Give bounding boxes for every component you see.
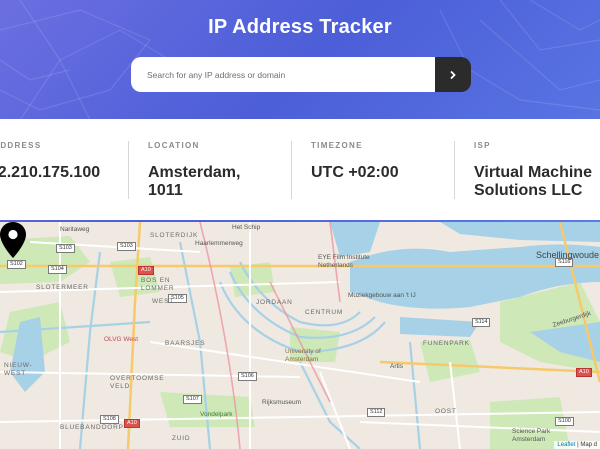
info-isp: ISP Virtual Machine Solutions LLC: [474, 119, 600, 220]
road-shield-highway: A10: [124, 419, 140, 428]
map-label: CENTRUM: [305, 309, 344, 316]
road-shield: S107: [183, 395, 202, 404]
info-value-location: Amsterdam, 1011: [148, 164, 240, 200]
road-shield: S104: [48, 265, 67, 274]
map-label: OOST: [435, 408, 457, 415]
isp-line2: Solutions LLC: [474, 182, 583, 199]
map-label: Schellingwoude: [536, 250, 600, 260]
map-label: SLOTERDIJK: [150, 232, 199, 239]
info-value-timezone: UTC +02:00: [311, 164, 399, 181]
road-shield-highway: A10: [576, 368, 592, 377]
road-shield: S112: [367, 408, 386, 417]
map-label: JORDAAN: [256, 299, 293, 306]
map-label: University of Amsterdam: [285, 348, 321, 363]
info-value-ip: 192.210.175.100: [0, 164, 101, 181]
map-label: BLUEBANDOORP: [60, 424, 124, 431]
map-label: BAARSJES: [165, 340, 206, 347]
page-title: IP Address Tracker: [208, 16, 392, 38]
map-label: Naritaweg: [60, 226, 90, 233]
info-label: LOCATION: [148, 141, 200, 150]
map-label: WEST: [152, 298, 174, 305]
map-label: Haarlemmerweg: [195, 240, 243, 247]
map-label: FUNENPARK: [423, 340, 470, 347]
location-line1: Amsterdam,: [148, 164, 241, 181]
map[interactable]: S103 S103 S104 S102 A10 S105 S106 S107 S…: [0, 222, 600, 449]
road-shield: S106: [238, 372, 257, 381]
road-shield: S114: [472, 318, 491, 327]
map-label: NIEUW- WEST: [4, 362, 33, 377]
divider: [454, 141, 455, 199]
map-label: OLVG West: [104, 336, 139, 343]
info-label: ISP: [474, 141, 491, 150]
map-attribution: Leaflet | Map d: [554, 441, 600, 449]
leaflet-link[interactable]: Leaflet: [557, 442, 575, 448]
map-label: OVERTOOMSE VELD: [110, 375, 165, 390]
info-ip-address: IP ADDRESS 192.210.175.100: [0, 119, 126, 220]
map-tiles: [0, 222, 600, 449]
info-timezone: TIMEZONE UTC +02:00: [311, 119, 451, 220]
road-shield: S103: [56, 244, 75, 253]
road-shield: S108: [100, 415, 119, 424]
road-shield: S100: [555, 417, 574, 426]
info-location: LOCATION Amsterdam, 1011: [148, 119, 288, 220]
map-label: ZUID: [172, 435, 191, 442]
chevron-right-icon: [450, 70, 456, 79]
map-label: Vondelpark: [200, 411, 233, 418]
location-line2: 1011: [148, 182, 183, 199]
map-label: Rijksmuseum: [262, 399, 302, 406]
search-button[interactable]: [435, 57, 471, 92]
road-shield: S103: [117, 242, 136, 251]
info-label: IP ADDRESS: [0, 141, 42, 150]
info-value-isp: Virtual Machine Solutions LLC: [474, 164, 592, 200]
info-card: IP ADDRESS 192.210.175.100 LOCATION Amst…: [0, 119, 600, 220]
map-label: SLOTERMEER: [36, 284, 89, 291]
map-label: Het Schip: [232, 224, 261, 231]
map-label: BOS EN LOMMER: [141, 277, 175, 292]
map-label: Science Park Amsterdam: [512, 428, 551, 443]
search-input[interactable]: [131, 57, 435, 92]
map-label: Muziekgebouw aan 't IJ: [348, 292, 416, 299]
info-label: TIMEZONE: [311, 141, 363, 150]
road-shield: S102: [7, 260, 26, 269]
isp-line1: Virtual Machine: [474, 164, 592, 181]
road-shield-highway: A10: [138, 266, 154, 275]
divider: [291, 141, 292, 199]
divider: [128, 141, 129, 199]
map-label: Artis: [390, 363, 403, 370]
attribution-text: | Map d: [575, 442, 597, 448]
search-bar: [131, 57, 471, 92]
location-pin-icon[interactable]: [0, 222, 26, 258]
map-label: EYE Film Institute Netherlands: [318, 254, 370, 269]
